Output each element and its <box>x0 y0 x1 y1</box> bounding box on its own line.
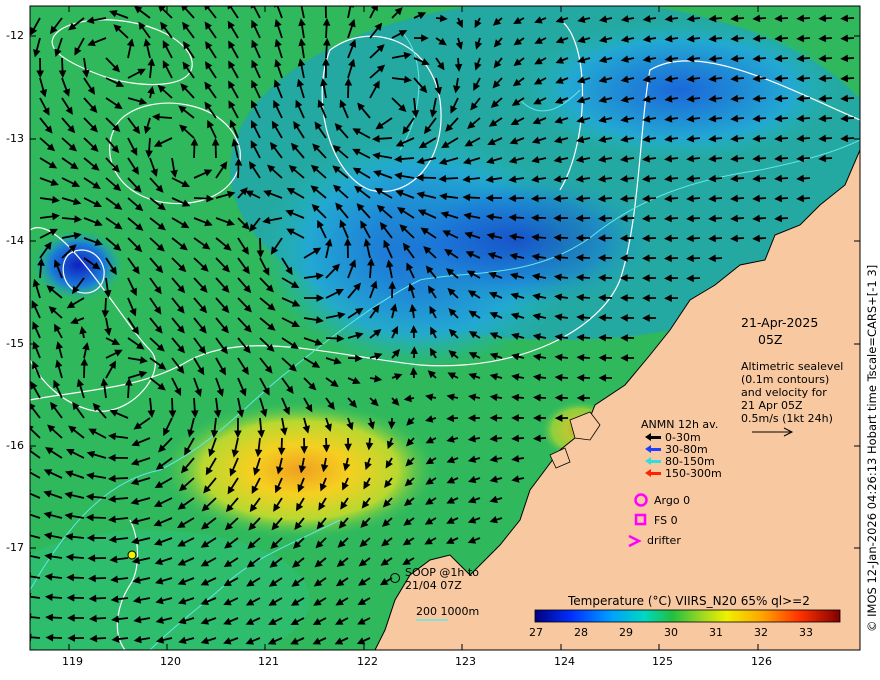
velocity-arrowhead <box>30 552 32 558</box>
x-tick-125: 125 <box>652 655 673 668</box>
anmn-row-3: 150-300m <box>645 467 722 480</box>
depth-legend-label: 200 1000m <box>416 605 480 618</box>
x-tick-123: 123 <box>455 655 476 668</box>
drifter-label: drifter <box>647 534 681 547</box>
altimetric-info: Altimetric sealevel (0.1m contours) and … <box>741 360 844 425</box>
x-tick-121: 121 <box>258 655 279 668</box>
y-tick-16: -16 <box>6 439 24 452</box>
fs-label: FS 0 <box>654 514 678 527</box>
cbar-tick-30: 30 <box>664 626 678 639</box>
anmn-legend-title: ANMN 12h av. <box>641 418 719 431</box>
cbar-tick-27: 27 <box>529 626 543 639</box>
x-tick-122: 122 <box>357 655 378 668</box>
velocity-arrow <box>30 616 41 619</box>
y-tick-17: -17 <box>6 541 24 554</box>
arrow-icon <box>645 445 661 453</box>
cbar-tick-31: 31 <box>709 626 723 639</box>
argo-label: Argo 0 <box>654 494 691 507</box>
y-tick-13: -13 <box>6 132 24 145</box>
x-tick-120: 120 <box>160 655 181 668</box>
y-tick-14: -14 <box>6 234 24 247</box>
velocity-arrowhead <box>30 490 32 493</box>
cbar-tick-29: 29 <box>619 626 633 639</box>
map-time: 05Z <box>758 332 783 347</box>
colorbar <box>534 609 841 623</box>
arrow-icon <box>645 457 661 465</box>
y-tick-12: -12 <box>6 29 24 42</box>
y-tick-15: -15 <box>6 337 24 350</box>
x-tick-126: 126 <box>751 655 772 668</box>
cbar-tick-28: 28 <box>574 626 588 639</box>
warm-pool <box>160 400 440 540</box>
x-tick-124: 124 <box>554 655 575 668</box>
soop-label-2: 21/04 07Z <box>405 579 462 592</box>
soop-label-1: SOOP @1h to <box>405 566 479 579</box>
arrow-icon <box>645 469 661 477</box>
map-date: 21-Apr-2025 <box>741 315 819 330</box>
colorbar-title: Temperature (°C) VIIRS_N20 65% ql>=2 <box>568 594 810 608</box>
cbar-tick-33: 33 <box>799 626 813 639</box>
velocity-arrowhead <box>30 510 31 514</box>
mooring-marker <box>127 550 137 560</box>
cbar-tick-32: 32 <box>754 626 768 639</box>
x-tick-119: 119 <box>62 655 83 668</box>
velocity-arrowhead <box>30 531 31 536</box>
credit-text: © IMOS 12-Jan-2026 04:26:13 Hobart time … <box>865 264 879 632</box>
arrow-icon <box>645 433 661 441</box>
velocity-arrowhead <box>297 6 301 7</box>
velocity-arrowhead <box>323 0 329 5</box>
